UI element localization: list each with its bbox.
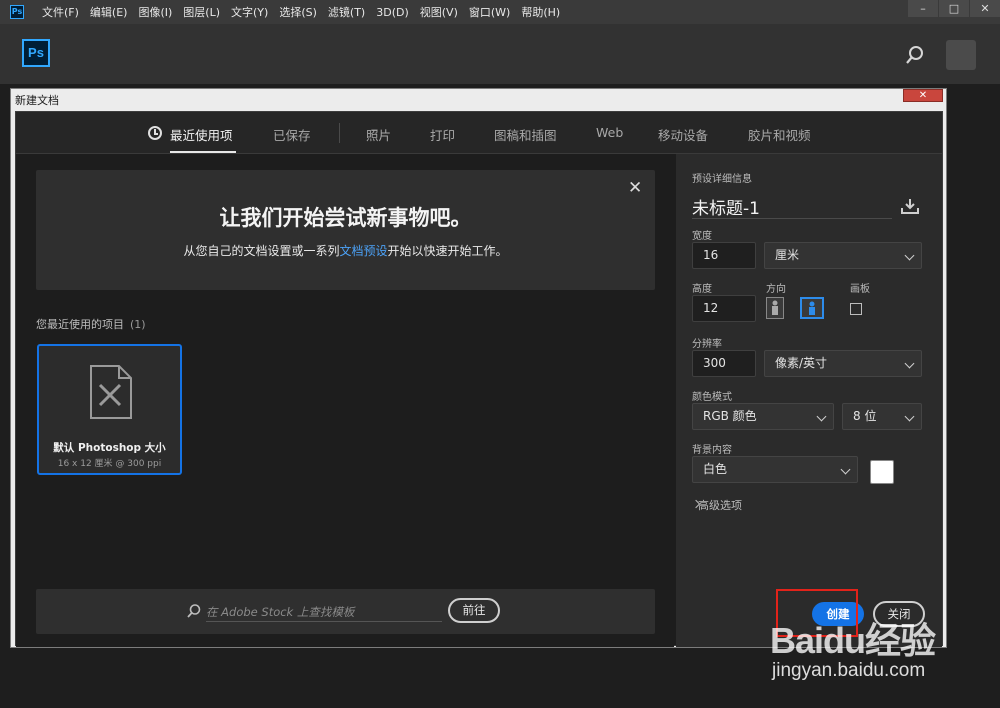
- background-select[interactable]: 白色: [692, 456, 858, 483]
- bit-depth-value: 8 位: [853, 409, 877, 423]
- tab-divider: [339, 123, 340, 143]
- stock-search-bar: 前往: [36, 589, 655, 634]
- resolution-label: 分辨率: [692, 339, 722, 350]
- width-unit-value: 厘米: [775, 248, 800, 262]
- menu-window[interactable]: 窗口(W): [469, 4, 510, 20]
- background-color-swatch[interactable]: [870, 460, 894, 484]
- avatar[interactable]: [946, 40, 976, 70]
- artboard-label: 画板: [850, 284, 870, 295]
- active-tab-indicator: [170, 151, 236, 153]
- clock-icon: [148, 126, 162, 140]
- menu-help[interactable]: 帮助(H): [521, 4, 560, 20]
- color-mode-select[interactable]: RGB 颜色: [692, 403, 834, 430]
- tab-recent[interactable]: 最近使用项: [170, 125, 233, 144]
- window-controls: – □ ✕: [907, 0, 1000, 17]
- tab-photo[interactable]: 照片: [366, 125, 391, 144]
- dialog-close-icon[interactable]: ✕: [903, 89, 943, 102]
- menu-layer[interactable]: 图层(L): [183, 4, 220, 20]
- menu-bar: Ps 文件(F) 编辑(E) 图像(I) 图层(L) 文字(Y) 选择(S) 滤…: [0, 0, 1000, 24]
- resolution-unit-value: 像素/英寸: [775, 356, 828, 370]
- menu-image[interactable]: 图像(I): [138, 4, 172, 20]
- baidu-watermark: Baidu经验 jingyan.baidu.com: [758, 612, 998, 692]
- new-document-dialog: 新建文档 ✕ 最近使用项 已保存 照片 打印 图稿和插图 Web 移动设备 胶片…: [10, 88, 947, 648]
- color-mode-value: RGB 颜色: [703, 409, 757, 423]
- save-preset-icon[interactable]: [901, 198, 919, 214]
- tab-film-video[interactable]: 胶片和视频: [748, 125, 811, 144]
- chevron-down-icon: [840, 464, 851, 475]
- chevron-down-icon: [904, 411, 915, 422]
- orientation-label: 方向: [766, 284, 786, 295]
- minimize-icon[interactable]: –: [908, 0, 938, 17]
- width-input[interactable]: 16: [692, 242, 756, 269]
- menu-type[interactable]: 文字(Y): [231, 4, 268, 20]
- recent-document-name: 默认 Photoshop 大小: [53, 442, 166, 454]
- bit-depth-select[interactable]: 8 位: [842, 403, 922, 430]
- banner-title: 让我们开始尝试新事物吧。: [219, 206, 472, 230]
- menu-edit[interactable]: 编辑(E): [90, 4, 128, 20]
- go-button[interactable]: 前往: [448, 598, 500, 623]
- banner-text-before: 从您自己的文档设置或一系列: [183, 244, 340, 258]
- menu-view[interactable]: 视图(V): [420, 4, 458, 20]
- photoshop-window: Ps 文件(F) 编辑(E) 图像(I) 图层(L) 文字(Y) 选择(S) 滤…: [0, 0, 1000, 708]
- portrait-orientation-icon[interactable]: [766, 297, 784, 319]
- chevron-down-icon: [904, 250, 915, 261]
- watermark-logo: Baidu经验: [770, 620, 936, 661]
- tab-print[interactable]: 打印: [430, 125, 455, 144]
- recent-panel: 让我们开始尝试新事物吧。 从您自己的文档设置或一系列文档预设开始以快速开始工作。…: [16, 154, 674, 647]
- banner-subtitle: 从您自己的文档设置或一系列文档预设开始以快速开始工作。: [36, 242, 655, 259]
- banner-text-after: 开始以快速开始工作。: [387, 244, 508, 258]
- background-label: 背景内容: [692, 445, 732, 456]
- background-value: 白色: [703, 462, 728, 476]
- height-label: 高度: [692, 284, 712, 295]
- dialog-title: 新建文档: [15, 94, 59, 107]
- recent-document-meta: 16 x 12 厘米 @ 300 ppi: [57, 459, 162, 469]
- ps-logo[interactable]: Ps: [22, 39, 50, 67]
- advanced-options-toggle[interactable]: 高级选项: [698, 497, 742, 513]
- dialog-body: 最近使用项 已保存 照片 打印 图稿和插图 Web 移动设备 胶片和视频 让我们…: [15, 111, 943, 647]
- preset-details-header: 预设详细信息: [692, 174, 752, 185]
- tab-art-illustration[interactable]: 图稿和插图: [494, 125, 557, 144]
- preset-tabs: 最近使用项 已保存 照片 打印 图稿和插图 Web 移动设备 胶片和视频: [16, 112, 942, 154]
- document-name-field[interactable]: 未标题-1: [692, 194, 892, 219]
- welcome-banner: 让我们开始尝试新事物吧。 从您自己的文档设置或一系列文档预设开始以快速开始工作。…: [36, 170, 655, 290]
- person-portrait-icon: [772, 300, 778, 315]
- recent-label-text: 您最近使用的项目: [36, 318, 124, 331]
- recent-items-label: 您最近使用的项目 (1): [36, 316, 146, 332]
- banner-close-icon[interactable]: ✕: [628, 178, 642, 198]
- resolution-unit-select[interactable]: 像素/英寸: [764, 350, 922, 377]
- tab-saved[interactable]: 已保存: [273, 125, 311, 144]
- document-icon: [90, 365, 132, 419]
- recent-count: (1): [130, 318, 146, 331]
- artboard-checkbox[interactable]: [850, 303, 862, 315]
- menu-3d[interactable]: 3D(D): [376, 6, 409, 19]
- person-landscape-icon: [809, 301, 815, 315]
- search-icon[interactable]: [904, 44, 926, 66]
- document-presets-link[interactable]: 文档预设: [339, 244, 387, 258]
- menu-select[interactable]: 选择(S): [279, 4, 317, 20]
- app-icon[interactable]: Ps: [10, 5, 24, 19]
- search-icon: [187, 604, 201, 618]
- width-label: 宽度: [692, 231, 712, 242]
- tab-mobile[interactable]: 移动设备: [658, 125, 708, 144]
- preset-details-panel: 预设详细信息 未标题-1 宽度 16 厘米 高度 12 方向 画板 分辨率 30…: [676, 154, 942, 647]
- chevron-down-icon: [816, 411, 827, 422]
- menu-filter[interactable]: 滤镜(T): [328, 4, 365, 20]
- color-mode-label: 颜色模式: [692, 392, 732, 403]
- stock-search-input[interactable]: [206, 602, 442, 622]
- close-icon[interactable]: ✕: [970, 0, 1000, 17]
- landscape-orientation-icon[interactable]: [800, 297, 824, 319]
- menu-file[interactable]: 文件(F): [42, 4, 79, 20]
- maximize-icon[interactable]: □: [939, 0, 969, 17]
- home-header: Ps: [0, 24, 1000, 84]
- width-unit-select[interactable]: 厘米: [764, 242, 922, 269]
- recent-document-card[interactable]: 默认 Photoshop 大小 16 x 12 厘米 @ 300 ppi: [37, 344, 182, 475]
- tab-web[interactable]: Web: [596, 125, 623, 140]
- resolution-input[interactable]: 300: [692, 350, 756, 377]
- height-input[interactable]: 12: [692, 295, 756, 322]
- chevron-down-icon: [904, 358, 915, 369]
- watermark-url: jingyan.baidu.com: [772, 660, 926, 681]
